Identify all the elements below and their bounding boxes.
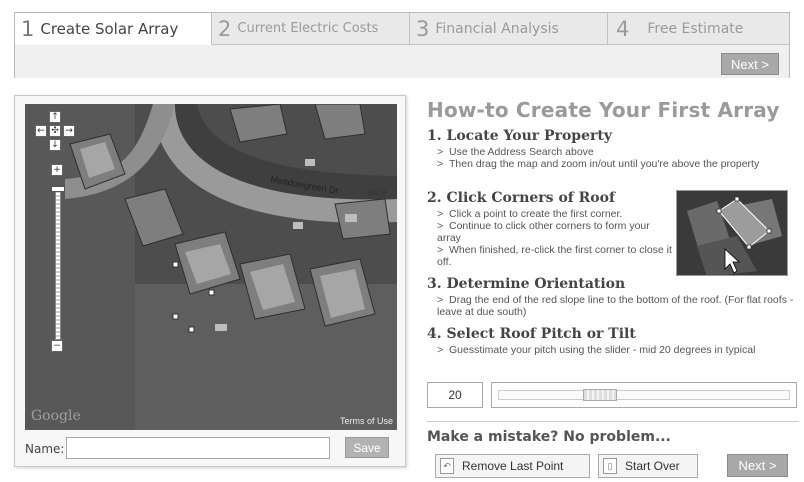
step-2-line: > Click a point to create the first corne… bbox=[437, 208, 672, 220]
step-text: Continue to click other corners to form … bbox=[437, 220, 650, 244]
mistake-heading: Make a mistake? No problem... bbox=[427, 429, 671, 445]
step-1-line: > Then drag the map and zoom in/out until… bbox=[437, 158, 787, 170]
pan-right-button[interactable]: → bbox=[63, 125, 75, 137]
step-3-title: 3. Determine Orientation bbox=[427, 276, 626, 292]
tab-label: Free Estimate bbox=[647, 20, 744, 37]
step-1-title: 1. Locate Your Property bbox=[427, 128, 612, 144]
tab-number: 1 bbox=[21, 16, 35, 41]
step-text: Use the Address Search above bbox=[449, 146, 594, 158]
next-button[interactable]: Next > bbox=[721, 53, 779, 75]
zoom-out-button[interactable]: − bbox=[51, 340, 63, 352]
tab-label: Create Solar Array bbox=[40, 19, 179, 38]
tab-financial-analysis[interactable]: 3 Financial Analysis bbox=[410, 13, 608, 45]
step-2-title: 2. Click Corners of Roof bbox=[427, 190, 616, 206]
pitch-value-display: 20 bbox=[427, 382, 483, 408]
tab-label: Current Electric Costs bbox=[237, 21, 379, 36]
step-2-line: > Continue to click other corners to form… bbox=[437, 220, 672, 244]
pitch-slider-track[interactable] bbox=[498, 390, 790, 400]
pan-center-button[interactable]: ✣ bbox=[49, 125, 61, 137]
bullet: > bbox=[437, 294, 444, 306]
divider bbox=[427, 421, 799, 422]
bullet: > bbox=[437, 208, 444, 220]
page-title: How-to Create Your First Array bbox=[427, 98, 780, 122]
satellite-imagery: Meadowgreen Dr 8600 bbox=[25, 104, 397, 430]
bullet: > bbox=[437, 344, 444, 356]
tab-current-electric-costs[interactable]: 2 Current Electric Costs bbox=[212, 13, 410, 45]
pan-up-button[interactable]: ↑ bbox=[49, 111, 61, 123]
tab-number: 2 bbox=[218, 16, 232, 41]
google-logo: Google bbox=[31, 408, 81, 424]
undo-point-icon: ↶ bbox=[440, 458, 454, 474]
name-label: Name: bbox=[25, 442, 65, 456]
step-4-line: > Guesstimate your pitch using the slider… bbox=[437, 344, 787, 356]
tab-create-solar-array[interactable]: 1 Create Solar Array bbox=[15, 13, 212, 45]
wizard-steps: 1 Create Solar Array 2 Current Electric … bbox=[14, 12, 790, 78]
array-name-input[interactable] bbox=[66, 437, 330, 459]
step-4-title: 4. Select Roof Pitch or Tilt bbox=[427, 326, 636, 342]
step-1-line: > Use the Address Search above bbox=[437, 146, 594, 158]
wizard-toolbar bbox=[15, 45, 789, 78]
satellite-map[interactable]: Meadowgreen Dr 8600 ↑ ← ✣ → ↓ + − Google… bbox=[25, 104, 397, 430]
step-text: Then drag the map and zoom in/out until … bbox=[449, 158, 760, 170]
bullet: > bbox=[437, 158, 444, 170]
next-button[interactable]: Next > bbox=[727, 454, 788, 477]
step-text: When finished, re-click the first corner… bbox=[437, 244, 672, 268]
start-over-button[interactable]: ▯ Start Over bbox=[598, 454, 698, 478]
start-over-label: Start Over bbox=[625, 459, 680, 473]
tab-free-estimate[interactable]: 4 Free Estimate bbox=[608, 13, 789, 45]
zoom-slider-track[interactable] bbox=[55, 188, 61, 340]
tab-label: Financial Analysis bbox=[435, 20, 559, 37]
step-text: Click a point to create the first corner… bbox=[449, 208, 623, 220]
bullet: > bbox=[437, 146, 444, 158]
tab-number: 3 bbox=[416, 16, 430, 41]
tab-number: 4 bbox=[616, 16, 630, 41]
trash-icon: ▯ bbox=[603, 458, 617, 474]
bullet: > bbox=[437, 220, 444, 232]
map-panel: Meadowgreen Dr 8600 ↑ ← ✣ → ↓ + − Google… bbox=[14, 95, 406, 467]
pan-left-button[interactable]: ← bbox=[35, 125, 47, 137]
pan-down-button[interactable]: ↓ bbox=[49, 139, 61, 151]
step-text: Guesstimate your pitch using the slider … bbox=[449, 344, 756, 356]
step-3-line: > Drag the end of the red slope line to t… bbox=[437, 294, 797, 318]
roof-outline-example-image bbox=[676, 190, 788, 276]
zoom-slider-thumb[interactable] bbox=[51, 186, 65, 192]
remove-last-point-button[interactable]: ↶ Remove Last Point bbox=[435, 454, 590, 478]
terms-of-use-link[interactable]: Terms of Use bbox=[340, 416, 393, 426]
bullet: > bbox=[437, 244, 444, 256]
pitch-slider[interactable] bbox=[491, 382, 797, 408]
pitch-slider-thumb[interactable] bbox=[583, 389, 618, 401]
zoom-in-button[interactable]: + bbox=[51, 164, 63, 176]
step-text: Drag the end of the red slope line to th… bbox=[437, 294, 794, 318]
save-button[interactable]: Save bbox=[345, 437, 389, 458]
step-2-line: > When finished, re-click the first corne… bbox=[437, 244, 672, 268]
remove-last-point-label: Remove Last Point bbox=[462, 459, 564, 473]
